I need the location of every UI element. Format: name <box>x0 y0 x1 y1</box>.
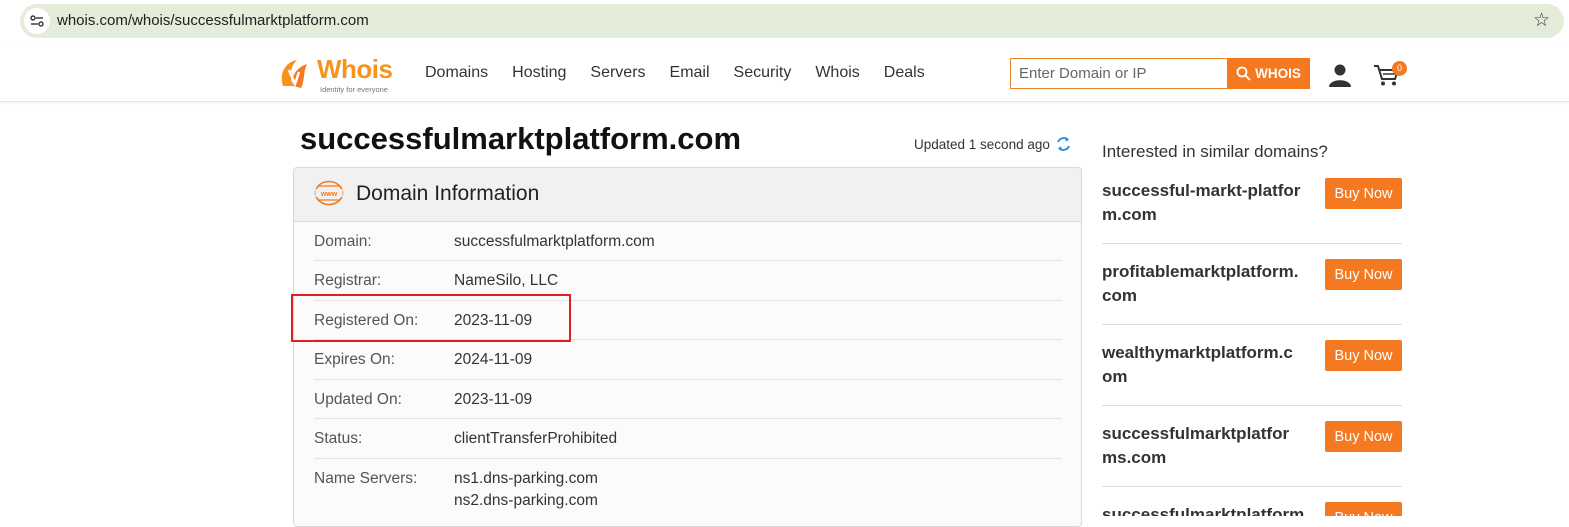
site-info-icon[interactable] <box>24 8 50 34</box>
registered-on-highlight-box <box>291 294 571 342</box>
site-header: Whois Identity for everyone Domains Host… <box>0 44 1569 102</box>
main-nav: Domains Hosting Servers Email Security W… <box>425 64 949 82</box>
buy-now-button[interactable]: Buy Now <box>1325 340 1402 371</box>
buy-now-button[interactable]: Buy Now <box>1325 259 1402 290</box>
row-label: Domain: <box>314 233 372 250</box>
row-value: 2024-11-09 <box>454 351 533 368</box>
user-account-icon[interactable] <box>1328 63 1352 87</box>
domain-info-card: www Domain Information Domain: successfu… <box>293 167 1082 527</box>
logo-wordmark: Whois <box>317 54 393 84</box>
domain-search-input[interactable] <box>1010 58 1228 89</box>
row-value: 2023-11-09 <box>454 391 533 408</box>
page-title: successfulmarktplatform.com <box>300 121 742 156</box>
buy-now-button[interactable]: Buy Now <box>1325 178 1402 209</box>
suggestion-item: profitablemarktplatform.com Buy Now <box>1102 259 1402 325</box>
suggested-domain[interactable]: profitablemarktplatform.com <box>1102 260 1302 308</box>
svg-text:www: www <box>320 191 338 198</box>
nav-deals[interactable]: Deals <box>884 64 925 82</box>
suggested-domain[interactable]: successfulmarktplatforms.com <box>1102 422 1302 470</box>
similar-domains-heading: Interested in similar domains? <box>1102 142 1328 161</box>
nav-domains[interactable]: Domains <box>425 64 488 82</box>
suggestion-item: wealthymarktplatform.com Buy Now <box>1102 340 1402 406</box>
refresh-icon[interactable] <box>1056 136 1071 152</box>
updated-status: Updated 1 second ago <box>914 136 1071 152</box>
suggestion-item: successfulmarktplatform Buy Now <box>1102 502 1402 516</box>
suggested-domain[interactable]: successfulmarktplatform <box>1102 503 1332 516</box>
suggestion-item: successfulmarktplatforms.com Buy Now <box>1102 421 1402 487</box>
row-label: Updated On: <box>314 391 402 408</box>
buy-now-button[interactable]: Buy Now <box>1325 502 1402 516</box>
info-row-status: Status: clientTransferProhibited <box>314 419 1062 459</box>
buy-now-button[interactable]: Buy Now <box>1325 421 1402 452</box>
info-row-expires-on: Expires On: 2024-11-09 <box>314 340 1062 380</box>
cart-count-badge: 0 <box>1392 61 1407 76</box>
nav-security[interactable]: Security <box>734 64 792 82</box>
row-value: NameSilo, LLC <box>454 272 559 289</box>
nav-servers[interactable]: Servers <box>590 64 645 82</box>
nav-email[interactable]: Email <box>670 64 710 82</box>
card-title: Domain Information <box>356 182 540 205</box>
browser-toolbar: whois.com/whois/successfulmarktplatform.… <box>0 0 1569 44</box>
domain-search: WHOIS <box>1010 58 1310 89</box>
url-text[interactable]: whois.com/whois/successfulmarktplatform.… <box>57 12 369 29</box>
bookmark-star-icon[interactable]: ☆ <box>1533 9 1550 32</box>
logo-mark-icon <box>281 60 307 88</box>
card-header: www Domain Information <box>294 168 1081 222</box>
whois-logo[interactable]: Whois Identity for everyone <box>277 54 402 94</box>
whois-search-button[interactable]: WHOIS <box>1227 58 1310 89</box>
row-value: successfulmarktplatform.com <box>454 233 655 250</box>
search-button-label: WHOIS <box>1255 66 1301 81</box>
nav-whois[interactable]: Whois <box>815 64 859 82</box>
info-row-name-servers: Name Servers: ns1.dns-parking.com ns2.dn… <box>314 459 1062 526</box>
suggestion-item: successful-markt-platform.com Buy Now <box>1102 178 1402 244</box>
info-row-updated-on: Updated On: 2023-11-09 <box>314 380 1062 419</box>
row-value: ns1.dns-parking.com <box>454 470 598 487</box>
suggested-domain[interactable]: wealthymarktplatform.com <box>1102 341 1302 389</box>
row-label: Name Servers: <box>314 470 418 487</box>
suggested-domain[interactable]: successful-markt-platform.com <box>1102 179 1302 227</box>
info-row-domain: Domain: successfulmarktplatform.com <box>314 222 1062 261</box>
address-bar[interactable]: whois.com/whois/successfulmarktplatform.… <box>20 4 1564 38</box>
row-value-secondary: ns2.dns-parking.com <box>454 492 598 509</box>
row-value: clientTransferProhibited <box>454 430 618 447</box>
nav-hosting[interactable]: Hosting <box>512 64 566 82</box>
row-label: Registrar: <box>314 272 382 289</box>
updated-text: Updated 1 second ago <box>914 136 1050 152</box>
www-globe-icon: www <box>314 180 344 206</box>
row-label: Expires On: <box>314 351 395 368</box>
row-label: Status: <box>314 430 363 447</box>
search-icon <box>1236 66 1251 81</box>
logo-tagline: Identity for everyone <box>320 85 388 94</box>
